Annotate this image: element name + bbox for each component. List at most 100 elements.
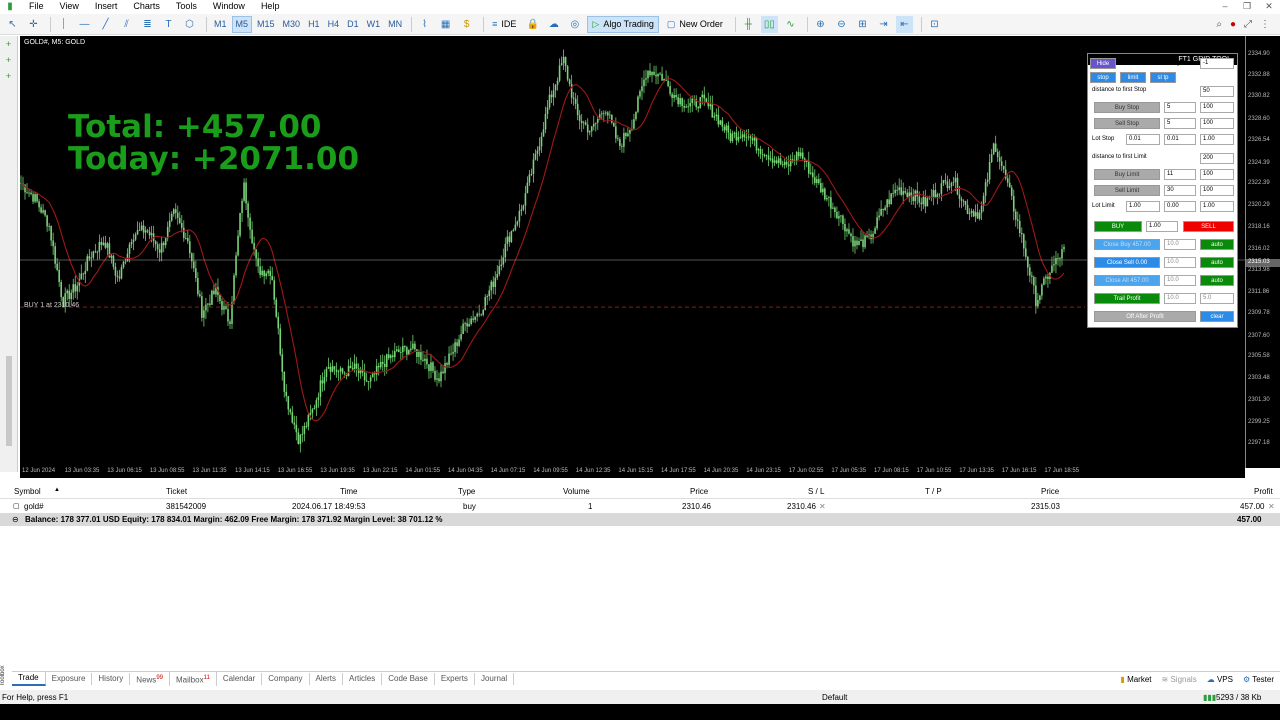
tab-sltp[interactable]: sl tp [1150,72,1176,83]
tf-mn[interactable]: MN [385,16,405,33]
tab-stop[interactable]: stop [1090,72,1116,83]
shapes-icon[interactable]: ⬡ [181,16,198,33]
horizontal-line-icon[interactable]: — [76,16,93,33]
green-tool-icon[interactable]: + [0,52,17,68]
col-time[interactable]: Time [340,487,357,496]
tf-m30[interactable]: M30 [280,16,304,33]
trail-step-input[interactable]: 5.0 [1200,293,1234,304]
hide-button[interactable]: Hide [1090,58,1116,69]
indicators-icon[interactable]: ⌇ [416,16,433,33]
buy-stop-count[interactable]: 5 [1164,102,1196,113]
close-sell-input[interactable]: 10.0 [1164,257,1196,268]
menu-help[interactable]: Help [253,0,288,13]
line-chart-icon[interactable]: ∿ [782,16,799,33]
menu-window[interactable]: Window [205,0,253,13]
green-tool-icon[interactable]: + [0,36,17,52]
close-buy-input[interactable]: 10.0 [1164,239,1196,250]
tab-company[interactable]: Company [262,673,310,685]
screenshot-icon[interactable]: ⊡ [926,16,943,33]
lot-stop-c[interactable]: 1.00 [1200,134,1234,145]
close-position-icon[interactable]: ✕ [1268,502,1275,511]
toolbox-label[interactable]: Toolbox [0,660,10,686]
sell-button[interactable]: SELL [1183,221,1234,232]
menu-file[interactable]: File [21,0,52,13]
channel-icon[interactable]: ⫽ [118,16,135,33]
bar-chart-icon[interactable]: ╫ [740,16,757,33]
menu-view[interactable]: View [52,0,87,13]
col-tp[interactable]: T / P [925,487,942,496]
col-symbol[interactable]: Symbol [14,487,41,496]
lot-stop-b[interactable]: 0.01 [1164,134,1196,145]
signals-tab[interactable]: ≋ Signals [1162,675,1197,684]
magic-input[interactable]: -1 [1200,58,1234,69]
dist-limit-input[interactable]: 200 [1200,153,1234,164]
col-type[interactable]: Type [458,487,475,496]
tf-m5[interactable]: M5 [231,15,253,33]
tab-mailbox[interactable]: Mailbox11 [170,671,217,687]
cloud-icon[interactable]: ☁ [545,16,562,33]
close-sell-button[interactable]: Close Sell 0.00 [1094,257,1160,268]
tab-history[interactable]: History [92,673,131,685]
candle-chart-icon[interactable]: ▯▯ [760,15,778,33]
expand-icon[interactable]: ⤢ [1244,19,1252,30]
sell-stop-step[interactable]: 100 [1200,118,1234,129]
tab-journal[interactable]: Journal [475,673,515,685]
buy-limit-button[interactable]: Buy Limit [1094,169,1160,180]
cursor-icon[interactable]: ↖ [4,16,21,33]
lot-limit-b[interactable]: 0.00 [1164,201,1196,212]
chart-shift-icon[interactable]: ⇤ [895,15,913,33]
sell-stop-count[interactable]: 5 [1164,118,1196,129]
auto-close-buy[interactable]: auto [1200,239,1234,250]
minimize-icon[interactable]: – [1214,1,1236,12]
price-chart[interactable]: GOLD#, M5: GOLD Total: +457.00 Today: +2… [20,36,1245,468]
tab-alerts[interactable]: Alerts [310,673,343,685]
lot-stop-a[interactable]: 0.01 [1126,134,1160,145]
vertical-line-icon[interactable]: ⏐ [55,16,72,33]
col-price[interactable]: Price [690,487,708,496]
trail-profit-button[interactable]: Trail Profit [1094,293,1160,304]
col-volume[interactable]: Volume [563,487,590,496]
tf-m15[interactable]: M15 [254,16,278,33]
tab-articles[interactable]: Articles [343,673,383,685]
dist-stop-input[interactable]: 50 [1200,86,1234,97]
trendline-icon[interactable]: ╱ [97,16,114,33]
zoom-in-icon[interactable]: ⊕ [812,16,829,33]
vps-tab[interactable]: ☁ VPS [1207,675,1233,684]
menu-charts[interactable]: Charts [125,0,168,13]
buy-limit-step[interactable]: 100 [1200,169,1234,180]
algo-trading-button[interactable]: ▷ Algo Trading [587,15,659,33]
menu-tools[interactable]: Tools [168,0,205,13]
tab-codebase[interactable]: Code Base [382,673,435,685]
tab-exposure[interactable]: Exposure [46,673,93,685]
sell-limit-button[interactable]: Sell Limit [1094,185,1160,196]
tab-experts[interactable]: Experts [435,673,475,685]
auto-close-sell[interactable]: auto [1200,257,1234,268]
tab-calendar[interactable]: Calendar [217,673,263,685]
auto-close-all[interactable]: auto [1200,275,1234,286]
remove-sl-icon[interactable]: ✕ [819,502,826,511]
lot-limit-c[interactable]: 1.00 [1200,201,1234,212]
restore-icon[interactable]: ❐ [1236,1,1258,12]
col-profit[interactable]: Profit [1254,487,1273,496]
close-buy-button[interactable]: Close Buy 457.00 [1094,239,1160,250]
notifications-icon[interactable]: ● [1230,19,1236,30]
tab-news[interactable]: News99 [130,671,170,687]
settings-icon[interactable]: ⋮ [1260,19,1270,30]
sell-limit-count[interactable]: 30 [1164,185,1196,196]
lock-icon[interactable]: 🔒 [524,16,541,33]
zoom-out-icon[interactable]: ⊖ [833,16,850,33]
close-all-button[interactable]: Close All 457.00 [1094,275,1160,286]
tab-limit[interactable]: limit [1120,72,1146,83]
templates-icon[interactable]: ▦ [437,16,454,33]
close-icon[interactable]: ✕ [1258,1,1280,12]
green-tool-icon[interactable]: + [0,68,17,84]
clear-button[interactable]: clear [1200,311,1234,322]
off-after-profit-button[interactable]: Off After Profit [1094,311,1196,322]
buy-limit-count[interactable]: 11 [1164,169,1196,180]
col-cur-price[interactable]: Price [1041,487,1059,496]
search-icon[interactable]: ⌕ [1216,19,1222,30]
ide-button[interactable]: ≡ IDE [488,16,520,33]
sell-limit-step[interactable]: 100 [1200,185,1234,196]
dollar-icon[interactable]: $ [458,16,475,33]
tf-w1[interactable]: W1 [364,16,384,33]
